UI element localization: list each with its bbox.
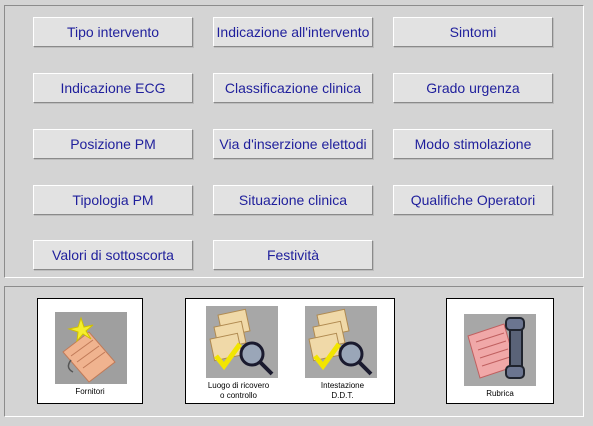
posizione-pm-button[interactable]: Posizione PM [33,129,193,159]
qualifiche-operatori-button[interactable]: Qualifiche Operatori [393,185,553,215]
via-inserzione-button[interactable]: Via d'inserzione elettodi [213,129,373,159]
rubrica-tile[interactable]: Rubrica [446,298,554,404]
fornitori-tile[interactable]: Fornitori [37,298,143,404]
folder-star-icon [55,312,127,384]
valori-sottoscorta-button[interactable]: Valori di sottoscorta [33,240,193,270]
registry-panel: Fornitori Luogo di ricovero o controllo [4,286,584,417]
rubrica-label: Rubrica [486,389,514,398]
indicazione-ecg-button[interactable]: Indicazione ECG [33,73,193,103]
festivita-button[interactable]: Festività [213,240,373,270]
intestazione-ddt-label: Intestazione D.D.T. [320,381,365,400]
fornitori-label: Fornitori [75,387,105,396]
luogo-ricovero-tile[interactable]: Luogo di ricovero o controllo [186,299,291,403]
classificazione-clinica-button[interactable]: Classificazione clinica [213,73,373,103]
situazione-clinica-button[interactable]: Situazione clinica [213,185,373,215]
tipologia-pm-button[interactable]: Tipologia PM [33,185,193,215]
documents-magnifier-icon [206,306,278,378]
grado-urgenza-button[interactable]: Grado urgenza [393,73,553,103]
modo-stimolazione-button[interactable]: Modo stimolazione [393,129,553,159]
intestazione-ddt-tile[interactable]: Intestazione D.D.T. [291,299,394,403]
indicazione-intervento-button[interactable]: Indicazione all'intervento [213,17,373,47]
documents-magnifier-icon [305,306,377,378]
tables-panel: Tipo intervento Indicazione all'interven… [4,5,584,278]
luogo-ricovero-label: Luogo di ricovero o controllo [207,381,270,400]
tipo-intervento-button[interactable]: Tipo intervento [33,17,193,47]
phone-notes-icon [464,314,536,386]
sintomi-button[interactable]: Sintomi [393,17,553,47]
documents-group-tile: Luogo di ricovero o controllo Intestazio… [185,298,395,404]
